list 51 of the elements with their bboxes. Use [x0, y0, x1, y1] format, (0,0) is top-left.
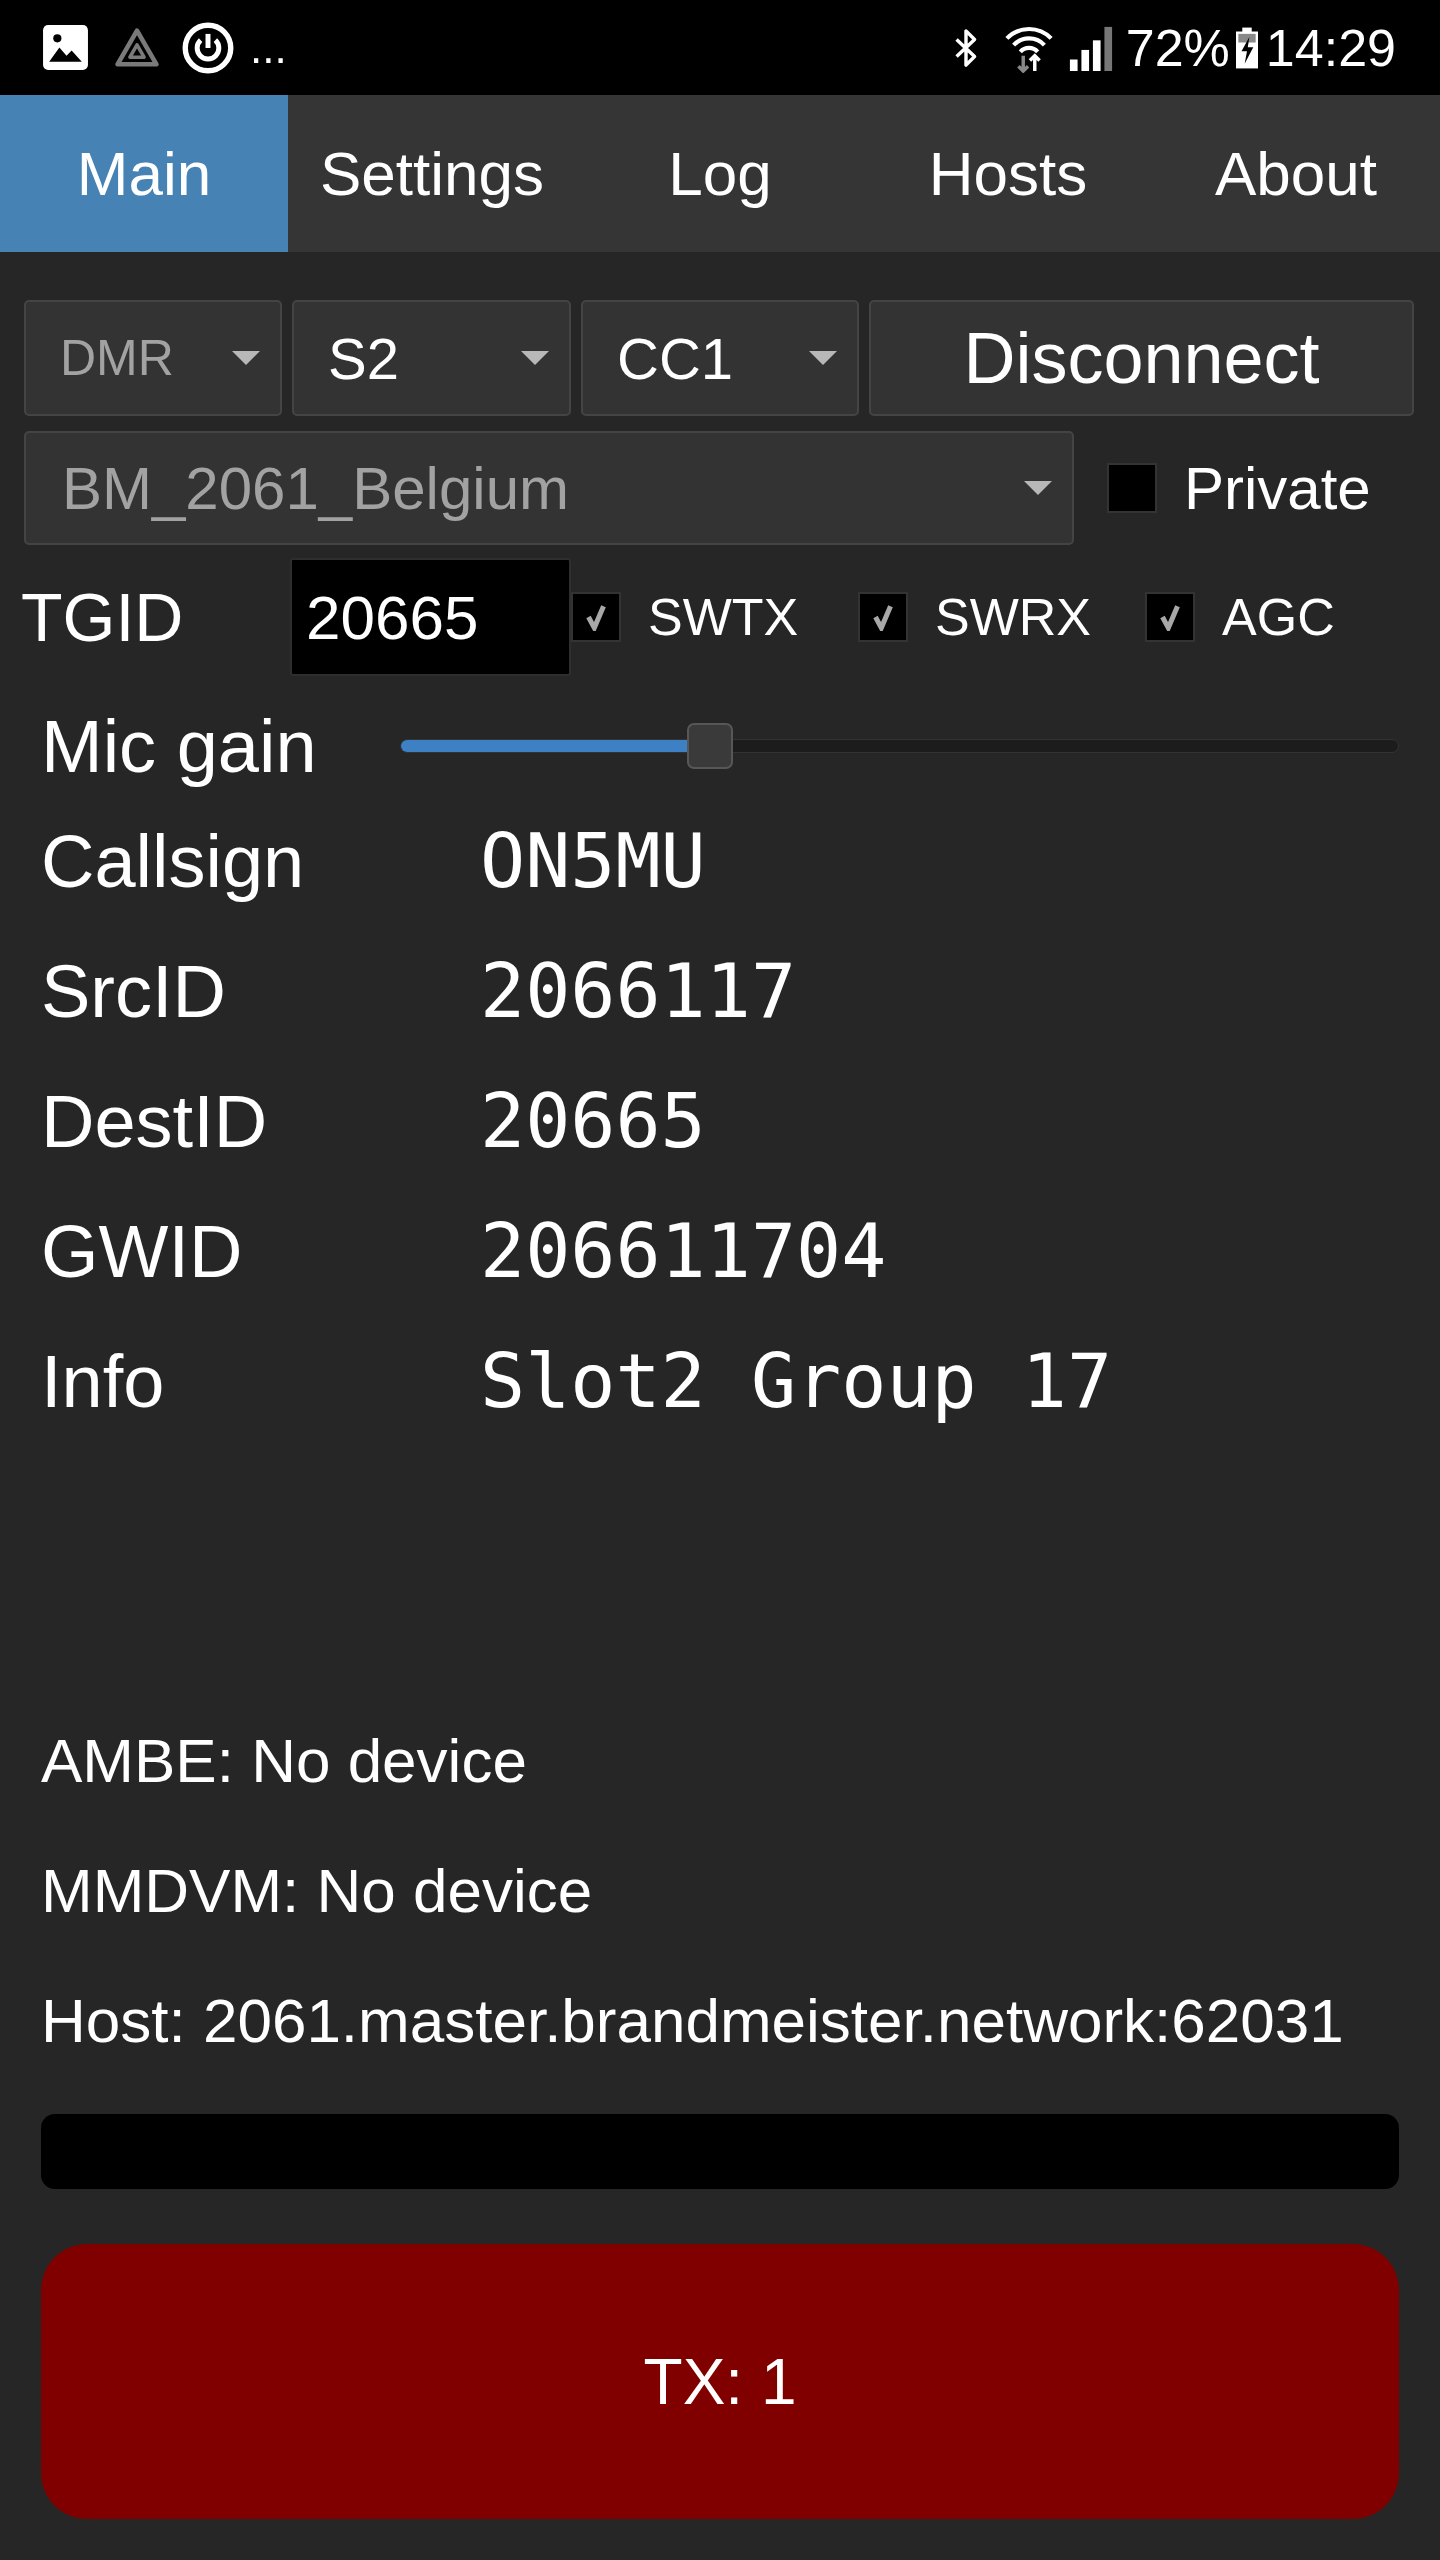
field-value: 2066117 [480, 947, 797, 1035]
checkbox-label[interactable]: AGC [1222, 587, 1335, 647]
signal-icon [1067, 24, 1114, 71]
caret-icon [232, 351, 260, 365]
field-value: 20665 [480, 1077, 706, 1165]
caret-icon [809, 351, 837, 365]
field-label: SrcID [41, 948, 227, 1034]
mic-gain-label: Mic gain [41, 703, 318, 789]
tab[interactable]: Settings [288, 95, 576, 252]
power-icon [182, 21, 234, 74]
battery-charging-icon [1235, 26, 1258, 69]
triangle-icon [114, 27, 160, 68]
dropdown[interactable]: S2 [292, 300, 571, 416]
checkmark-icon [1160, 603, 1180, 631]
tgid-input[interactable]: 20665 [290, 558, 571, 676]
field-label: Info [41, 1338, 166, 1424]
bluetooth-icon [953, 26, 978, 69]
tgid-label: TGID [21, 578, 185, 656]
field-label: Callsign [41, 818, 306, 904]
tab[interactable]: Hosts [864, 95, 1152, 252]
caret-icon [521, 351, 549, 365]
clock-time: 14:29 [1265, 17, 1396, 78]
field-value: ON5MU [480, 817, 706, 905]
checkbox[interactable] [858, 592, 908, 642]
field-label: GWID [41, 1208, 244, 1294]
status-text: MMDVM: No device [40, 1855, 594, 1927]
notification-overflow: ... [250, 21, 287, 74]
status-text: AMBE: No device [40, 1725, 528, 1797]
tab[interactable]: Log [576, 95, 864, 252]
field-value: Slot2 Group 17 [480, 1337, 1113, 1425]
checkbox-label[interactable]: Private [1184, 453, 1371, 523]
field-value: 206611704 [480, 1207, 887, 1295]
dropdown[interactable]: CC1 [581, 300, 859, 416]
checkmark-icon [586, 603, 606, 631]
disconnect-button[interactable]: Disconnect [869, 300, 1414, 416]
mic-gain-slider[interactable] [400, 723, 1399, 769]
checkbox[interactable] [571, 592, 621, 642]
tab[interactable]: About [1152, 95, 1440, 252]
checkbox[interactable] [1107, 463, 1157, 513]
tx-button[interactable]: TX: 1 [41, 2244, 1399, 2519]
checkmark-icon [873, 603, 893, 631]
checkbox-label[interactable]: SWTX [648, 587, 799, 647]
slider-thumb[interactable] [686, 723, 733, 769]
image-icon [41, 23, 90, 72]
status-text: Host: 2061.master.brandmeister.network:62031 [40, 1985, 1345, 2057]
checkbox[interactable] [1145, 592, 1195, 642]
tab[interactable]: Main [0, 95, 288, 252]
checkbox-label[interactable]: SWRX [935, 587, 1091, 647]
field-label: DestID [41, 1078, 269, 1164]
battery-percentage: 72% [1125, 17, 1230, 78]
caret-icon [1024, 481, 1052, 495]
